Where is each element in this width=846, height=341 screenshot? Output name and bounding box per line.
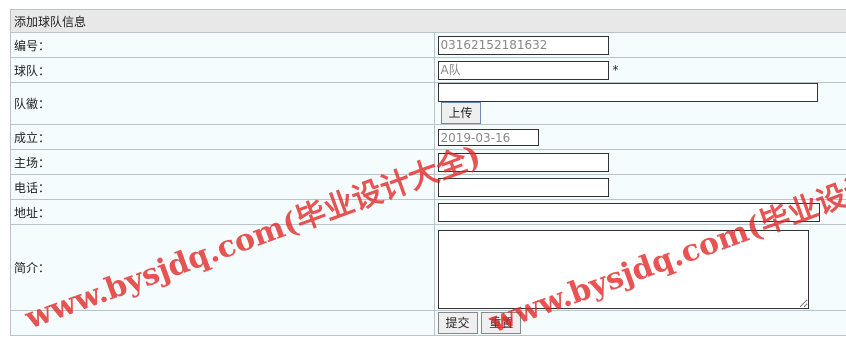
- add-team-form: 添加球队信息 编号： 03162152181632 球队： A队 * 队徽： 上传…: [10, 9, 846, 336]
- phone-label: 电话：: [11, 175, 435, 200]
- address-input[interactable]: [438, 203, 820, 222]
- number-input[interactable]: 03162152181632: [438, 36, 609, 55]
- team-input[interactable]: A队: [438, 61, 609, 80]
- submit-button[interactable]: 提交: [438, 312, 478, 334]
- number-label: 编号：: [11, 33, 435, 58]
- team-label: 球队：: [11, 58, 435, 83]
- home-input[interactable]: [438, 153, 609, 172]
- emblem-input[interactable]: [438, 83, 818, 102]
- founded-label: 成立：: [11, 125, 435, 150]
- required-mark: *: [613, 63, 619, 77]
- intro-textarea[interactable]: [438, 230, 809, 309]
- address-label: 地址：: [11, 200, 435, 225]
- emblem-label: 队徽：: [11, 83, 435, 125]
- reset-button[interactable]: 重置: [481, 312, 521, 334]
- upload-button[interactable]: 上传: [441, 102, 481, 124]
- founded-date-input[interactable]: 2019-03-16: [438, 129, 539, 146]
- intro-label: 简介：: [11, 225, 435, 311]
- form-title: 添加球队信息: [11, 10, 846, 33]
- phone-input[interactable]: [438, 178, 609, 197]
- home-label: 主场：: [11, 150, 435, 175]
